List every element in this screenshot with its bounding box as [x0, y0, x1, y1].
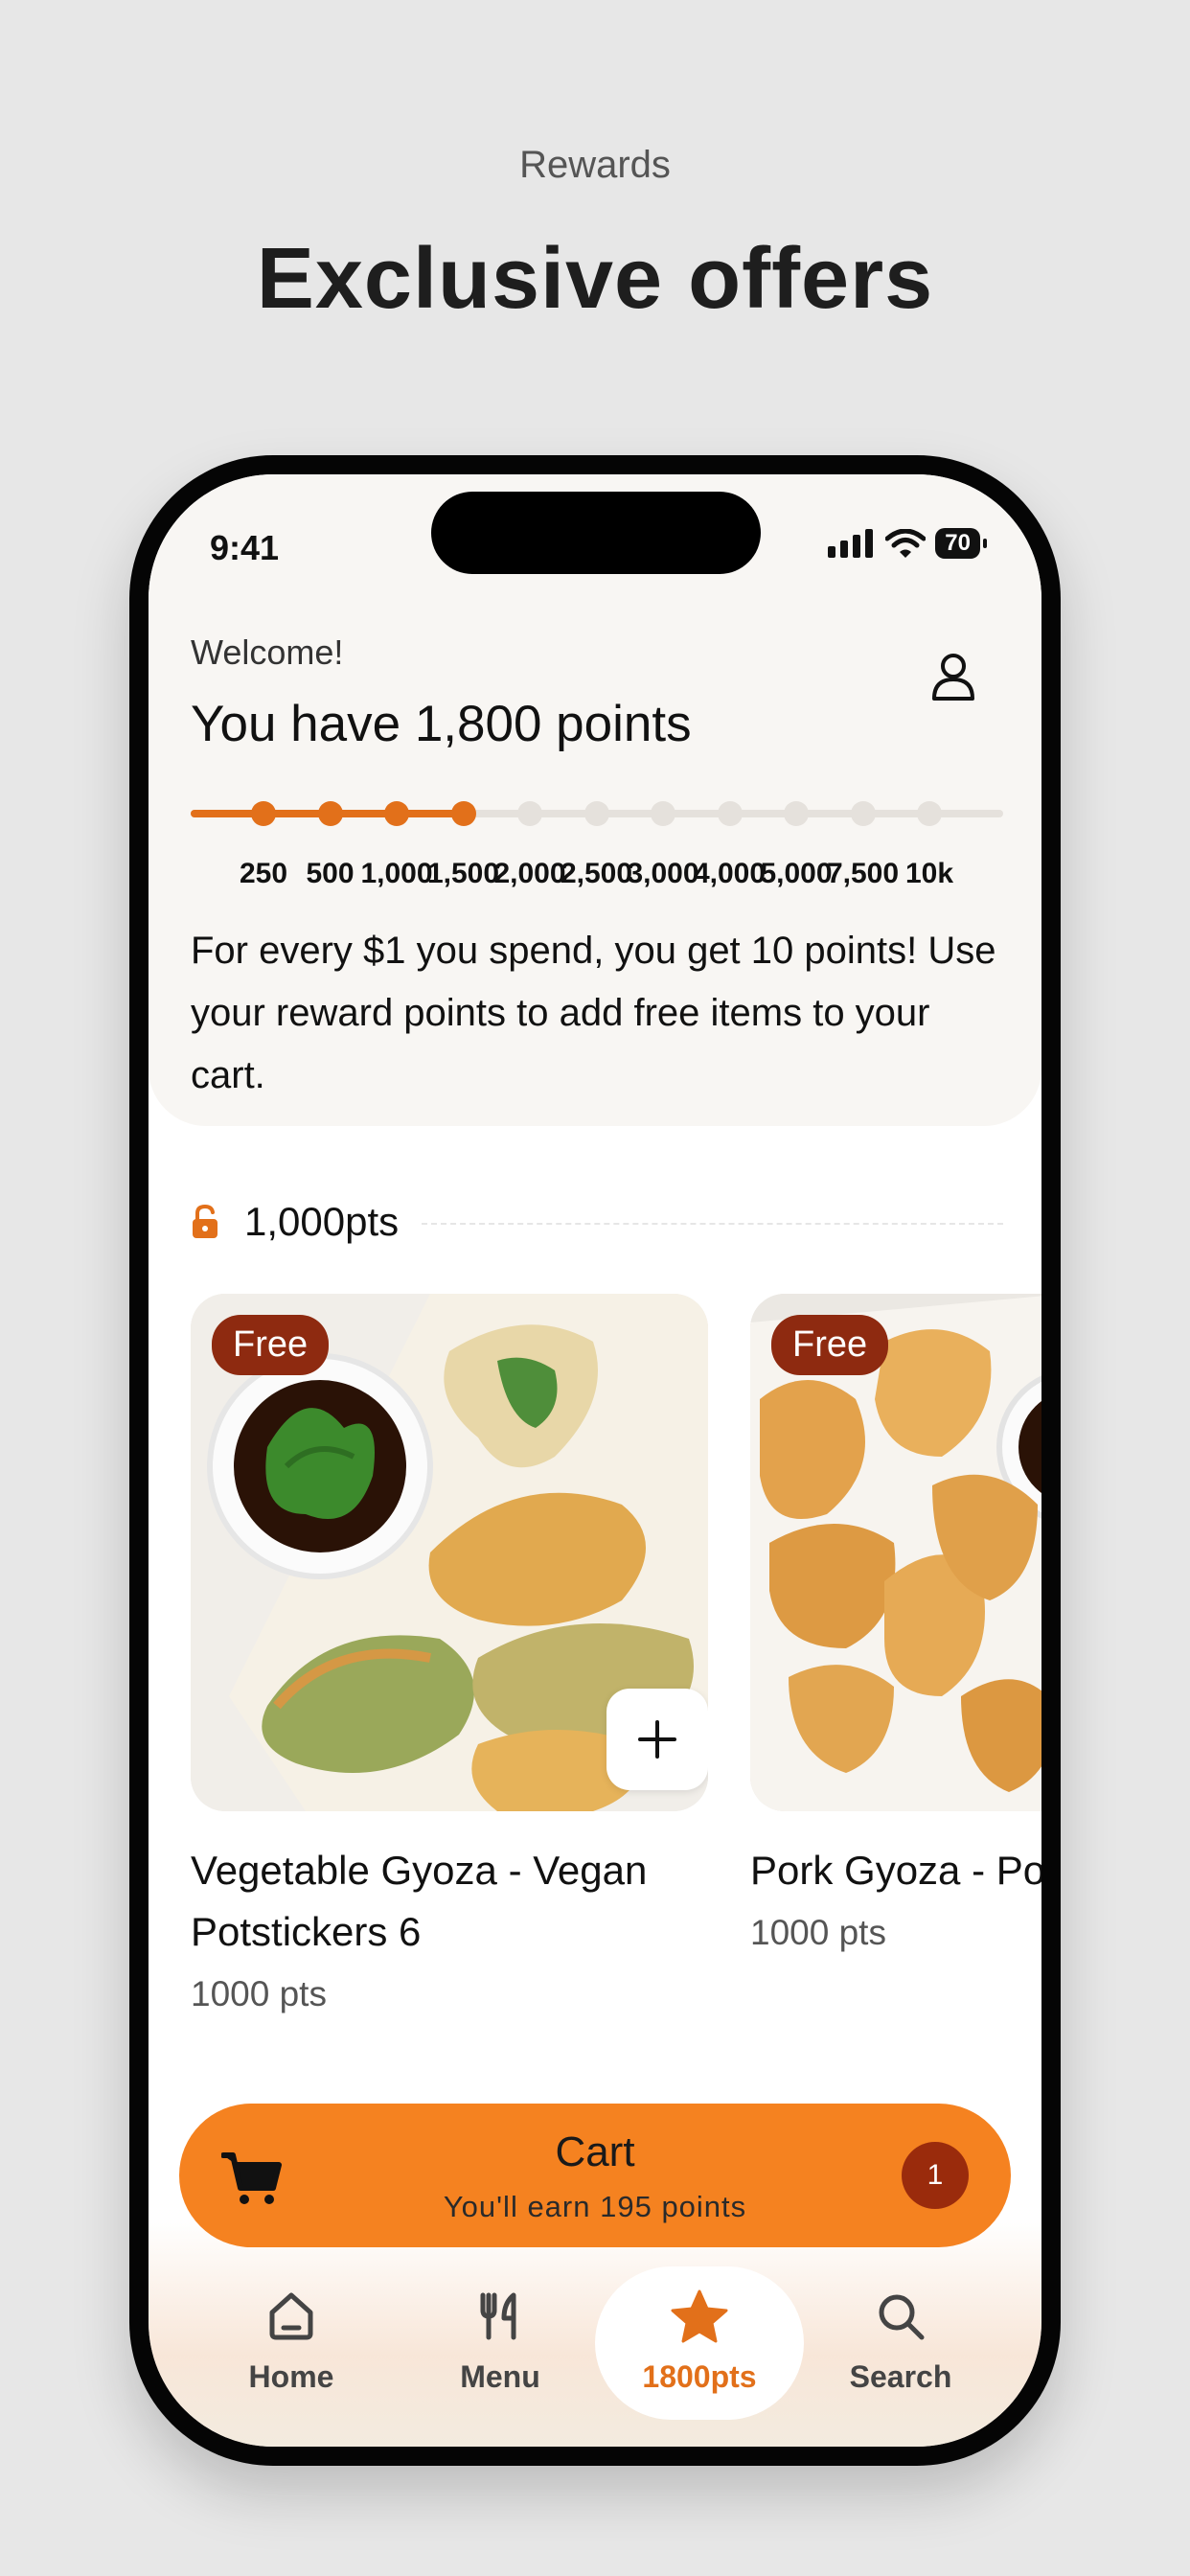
progress-tick-label: 1,000 — [360, 858, 433, 889]
tab-label: 1800pts — [642, 2359, 757, 2394]
points-progress-bar — [191, 801, 1003, 826]
item-image: Free — [750, 1294, 1041, 1811]
plus-icon — [638, 1720, 676, 1759]
wifi-icon — [885, 529, 927, 558]
cart-title: Cart — [555, 2128, 635, 2175]
tab-menu[interactable]: Menu — [396, 2266, 605, 2420]
tier-label: 1,000pts — [244, 1199, 400, 1244]
reward-item-card[interactable]: Free Pork Gyoza - Po 1000 pts — [750, 1294, 1041, 1953]
status-icons: 70 — [828, 528, 987, 559]
progress-dot — [450, 801, 476, 826]
points-info-text: For every $1 you spend, you get 10 point… — [191, 930, 996, 1096]
item-points: 1000 pts — [191, 1974, 327, 2013]
item-image: Free — [191, 1294, 708, 1811]
app-screen: 9:41 70 Welcome! You have 1,800 points 2… — [149, 474, 1041, 2447]
status-time: 9:41 — [210, 528, 280, 567]
progress-dot — [784, 801, 809, 826]
tab-home[interactable]: Home — [187, 2266, 396, 2420]
marketing-title: Exclusive offers — [256, 231, 934, 327]
progress-dot — [717, 801, 743, 826]
add-to-cart-button[interactable] — [606, 1689, 708, 1790]
progress-dot — [651, 801, 675, 826]
profile-icon[interactable] — [925, 647, 982, 704]
dynamic-island — [431, 492, 761, 574]
progress-tick-label: 4,000 — [693, 858, 767, 889]
home-icon — [269, 2292, 313, 2340]
progress-dot — [317, 801, 343, 826]
tab-bar: Home Menu 1800pts Search — [149, 2266, 1041, 2429]
progress-tick-label: 250 — [239, 858, 288, 889]
cart-button[interactable]: Cart You'll earn 195 points 1 — [179, 2104, 1011, 2247]
progress-dot — [584, 801, 609, 826]
tab-search[interactable]: Search — [796, 2266, 1005, 2420]
tab-label: Home — [248, 2359, 334, 2394]
free-badge: Free — [212, 1315, 330, 1375]
progress-tick-label: 7,500 — [826, 858, 900, 889]
search-icon — [879, 2294, 925, 2340]
progress-tick-label: 500 — [306, 858, 355, 889]
menu-utensils-icon — [480, 2292, 516, 2340]
battery-icon: 70 — [935, 528, 987, 559]
progress-tick-label: 2,000 — [493, 858, 566, 889]
progress-tick-label: 1,500 — [426, 858, 500, 889]
free-badge: Free — [771, 1315, 889, 1375]
cart-earn-text: You'll earn 195 points — [443, 2190, 747, 2223]
tab-label: Search — [849, 2359, 952, 2394]
progress-tick-label: 2,500 — [560, 858, 633, 889]
tab-rewards[interactable]: 1800pts — [595, 2266, 804, 2420]
points-title: You have 1,800 points — [191, 696, 692, 752]
item-points: 1000 pts — [750, 1913, 886, 1952]
cart-count-badge: 1 — [902, 2142, 969, 2209]
unlock-icon — [193, 1204, 217, 1238]
phone-frame: 9:41 70 Welcome! You have 1,800 points 2… — [129, 455, 1061, 2466]
progress-dot — [384, 801, 409, 826]
progress-tick-label: 3,000 — [627, 858, 699, 889]
progress-dot — [917, 801, 942, 826]
item-name: Vegetable Gyoza - Vegan Potstickers 6 — [191, 1848, 648, 1954]
reward-item-card[interactable]: Free Vegetable Gyoza - Vegan Potstickers… — [191, 1294, 708, 2014]
item-name: Pork Gyoza - Po — [750, 1848, 1041, 1893]
progress-dot — [517, 801, 542, 826]
signal-icon — [828, 529, 874, 558]
progress-dot — [251, 801, 276, 826]
tab-label: Menu — [460, 2359, 540, 2394]
progress-tick-label: 10k — [904, 858, 954, 889]
star-icon — [671, 2289, 728, 2343]
tier-header: 1,000pts — [191, 1198, 1003, 1246]
marketing-subtitle: Rewards — [519, 144, 671, 186]
progress-dot — [850, 801, 876, 826]
welcome-text: Welcome! — [191, 632, 344, 672]
progress-tick-label: 5,000 — [760, 858, 833, 889]
tier-divider — [422, 1223, 1003, 1225]
